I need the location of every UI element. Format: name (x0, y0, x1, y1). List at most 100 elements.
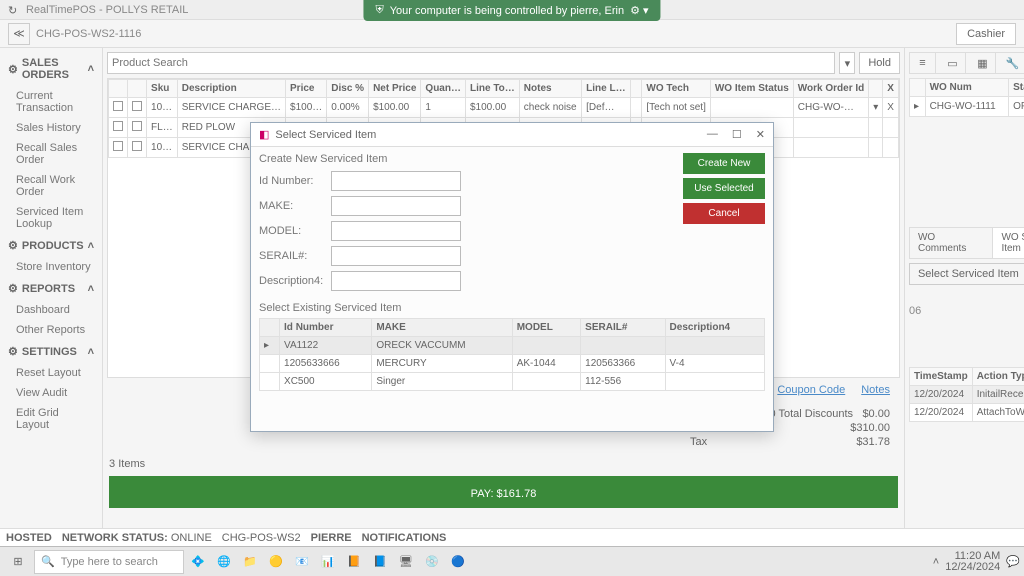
table-row[interactable]: 12/20/2024InitailReceive (909, 386, 1024, 404)
sidebar-item[interactable]: Recall Work Order (0, 170, 102, 202)
task-icon[interactable]: 💠 (186, 550, 210, 574)
sidebar-item[interactable]: Serviced Item Lookup (0, 202, 102, 234)
col-header[interactable]: X (883, 80, 899, 98)
taskbar[interactable]: ⊞ 🔍Type here to search 💠 🌐 📁 🟡 📧 📊 📙 📘 🖥… (0, 546, 1024, 576)
table-row[interactable]: 12/20/2024AttachToWorkOrderCHG-WO-1111 (909, 404, 1024, 422)
shield-icon: ⛨ (375, 4, 383, 17)
id-number-input[interactable] (331, 171, 461, 191)
tab-wo-comments[interactable]: WO Comments (910, 228, 993, 258)
desc-input[interactable] (331, 271, 461, 291)
table-row[interactable]: ▸VA1122ORECK VACCUMM (260, 337, 765, 355)
header-id: CHG-POS-WS2-1116 (36, 28, 141, 40)
col-header[interactable]: Line To… (465, 80, 519, 98)
sidebar-item[interactable]: Edit Grid Layout (0, 403, 102, 435)
col-header[interactable] (869, 80, 883, 98)
sidebar-item[interactable]: Reset Layout (0, 363, 102, 383)
col-header[interactable]: Line L… (582, 80, 630, 98)
view-card-icon[interactable]: ▭ (940, 53, 966, 73)
taskbar-search[interactable]: 🔍Type here to search (34, 550, 184, 574)
make-input[interactable] (331, 196, 461, 216)
pay-button[interactable]: PAY: $161.78 (109, 476, 898, 508)
sidebar-item[interactable]: Current Transaction (0, 86, 102, 118)
table-row[interactable]: 1205633666MERCURYAK-1044120563366V-4 (260, 355, 765, 373)
word-icon[interactable]: 📘 (368, 550, 392, 574)
status-hosted: HOSTED (6, 532, 52, 544)
create-new-label: Create New Serviced Item (259, 153, 675, 165)
history-grid[interactable]: TimeStampAction Type StringWork Order Nu… (909, 367, 1024, 422)
model-input[interactable] (331, 221, 461, 241)
gear-icon[interactable]: ⚙ ▾ (630, 4, 648, 17)
edge-icon[interactable]: 🌐 (212, 550, 236, 574)
back-button[interactable]: ≪ (8, 23, 30, 45)
table-row[interactable]: XC500Singer 112-556 (260, 373, 765, 391)
create-new-button[interactable]: Create New (683, 153, 765, 174)
product-search-input[interactable] (107, 52, 835, 74)
view-grid-icon[interactable]: ▦ (970, 53, 996, 73)
cancel-button[interactable]: Cancel (683, 203, 765, 224)
col-header[interactable]: Price (286, 80, 327, 98)
remote-control-banner: ⛨ Your computer is being controlled by p… (363, 0, 660, 21)
sidebar-item[interactable]: View Audit (0, 383, 102, 403)
view-list-icon[interactable]: ≡ (910, 53, 936, 73)
col-header[interactable]: Net Price (369, 80, 421, 98)
notification-icon[interactable]: 💬 (1006, 555, 1020, 568)
app1-icon[interactable]: 🖥 (394, 550, 418, 574)
ppt-icon[interactable]: 📙 (342, 550, 366, 574)
excel-icon[interactable]: 📊 (316, 550, 340, 574)
maximize-button[interactable]: ☐ (732, 128, 742, 141)
search-dropdown[interactable]: ▾ (839, 52, 855, 74)
col-header[interactable]: WO Item Status (710, 80, 793, 98)
status-ws: CHG-POS-WS2 (222, 532, 301, 544)
tray-chevron-icon[interactable]: ˄ (933, 556, 939, 568)
outlook-icon[interactable]: 📧 (290, 550, 314, 574)
col-header[interactable]: Work Order Id (793, 80, 869, 98)
col-header[interactable]: Notes (519, 80, 581, 98)
col-header[interactable]: WO Tech (642, 80, 710, 98)
dialog-title: Select Serviced Item (275, 129, 376, 141)
sidebar-item[interactable]: Store Inventory (0, 257, 102, 277)
sidebar-section[interactable]: ⚙REPORTS˄ (0, 277, 102, 300)
sidebar-item[interactable]: Dashboard (0, 300, 102, 320)
refresh-icon: ↻ (8, 4, 20, 16)
model-label: MODEL: (259, 225, 325, 237)
chrome-icon[interactable]: 🟡 (264, 550, 288, 574)
search-icon: 🔍 (41, 555, 55, 568)
use-selected-button[interactable]: Use Selected (683, 178, 765, 199)
col-header[interactable] (630, 80, 642, 98)
sidebar-item[interactable]: Recall Sales Order (0, 138, 102, 170)
col-header[interactable]: Quan… (421, 80, 466, 98)
sidebar-item[interactable]: Sales History (0, 118, 102, 138)
hold-button[interactable]: Hold (859, 52, 900, 74)
existing-label: Select Existing Serviced Item (259, 302, 765, 314)
sidebar-section[interactable]: ⚙SETTINGS˄ (0, 340, 102, 363)
dialog-icon: ◧ (259, 128, 269, 141)
cashier-button[interactable]: Cashier (956, 23, 1016, 45)
col-header[interactable]: Description (177, 80, 285, 98)
tab-wo-serviced-item[interactable]: WO Serviced Item (993, 228, 1024, 258)
start-button[interactable]: ⊞ (4, 550, 32, 574)
notes-link[interactable]: Notes (861, 384, 890, 396)
col-header[interactable]: Disc % (327, 80, 369, 98)
table-row[interactable]: ▸CHG-WO-1111OPEN (909, 97, 1024, 117)
wrench-icon[interactable]: 🔧 (1000, 53, 1024, 73)
coupon-link[interactable]: Coupon Code (777, 384, 845, 396)
status-notif[interactable]: NOTIFICATIONS (362, 532, 447, 544)
col-header[interactable]: Sku (147, 80, 178, 98)
col-header[interactable] (128, 80, 147, 98)
select-serviced-item-button[interactable]: Select Serviced Item (909, 263, 1024, 285)
close-button[interactable]: ✕ (756, 128, 765, 141)
sidebar-item[interactable]: Other Reports (0, 320, 102, 340)
minimize-button[interactable]: — (707, 128, 718, 141)
folder-icon[interactable]: 📁 (238, 550, 262, 574)
work-order-grid[interactable]: WO NumStatusAdd New Items To▸CHG-WO-1111… (909, 78, 1024, 117)
existing-items-grid[interactable]: Id NumberMAKEMODELSERAIL#Description4▸VA… (259, 318, 765, 391)
serial-label: SERAIL#: (259, 250, 325, 262)
table-row[interactable]: 10…SERVICE CHARGE…$100…0.00%$100.001$100… (109, 98, 899, 118)
sidebar-section[interactable]: ⚙SALES ORDERS˄ (0, 52, 102, 86)
app3-icon[interactable]: 🔵 (446, 550, 470, 574)
serial-input[interactable] (331, 246, 461, 266)
app2-icon[interactable]: 💿 (420, 550, 444, 574)
sidebar-section[interactable]: ⚙PRODUCTS˄ (0, 234, 102, 257)
col-header[interactable] (109, 80, 128, 98)
status-bar: HOSTED NETWORK STATUS: ONLINE CHG-POS-WS… (0, 528, 1024, 546)
